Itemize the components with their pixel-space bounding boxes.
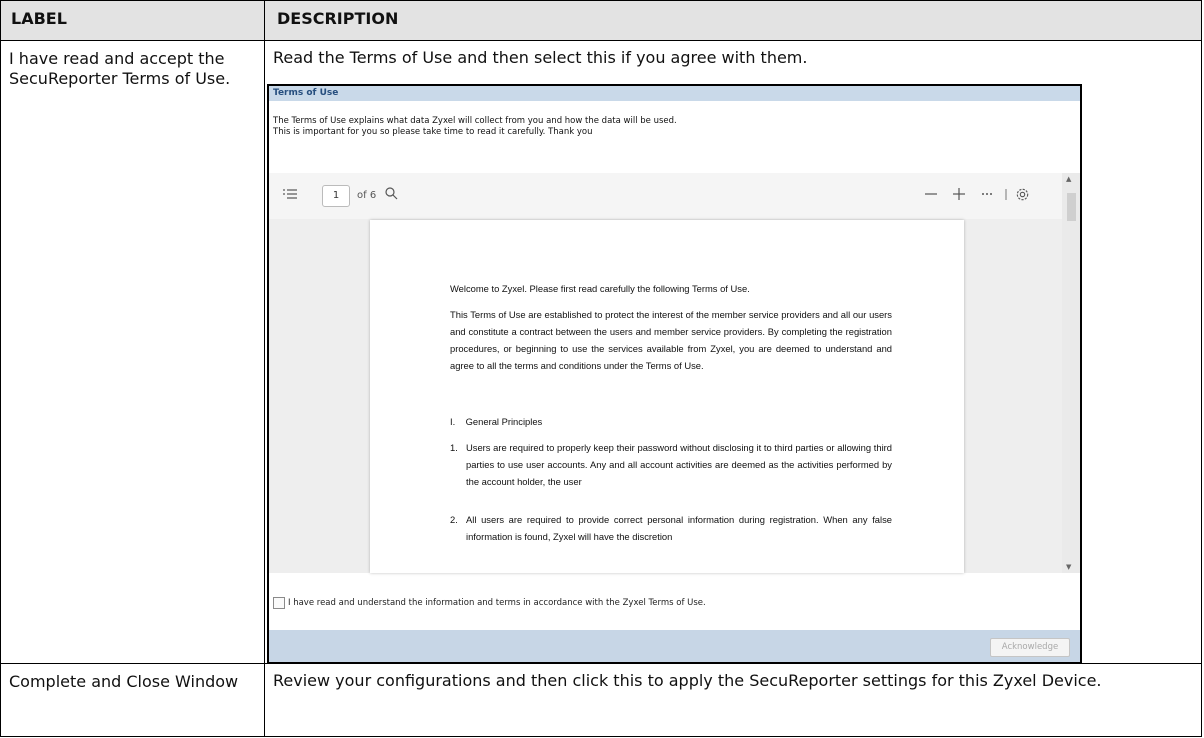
terms-of-use-dialog-screenshot: Terms of Use The Terms of Use explains w… [267,84,1082,664]
more-icon[interactable] [980,187,994,206]
intro-line-1: The Terms of Use explains what data Zyxe… [273,116,677,126]
settings-icon[interactable] [1015,187,1030,207]
zoom-in-icon[interactable] [952,187,966,206]
item-number: 2. [450,514,458,525]
page-number-input[interactable]: 1 [322,185,350,207]
intro-paragraph: This Terms of Use are established to pro… [450,309,892,371]
intro-line-2: This is important for you so please take… [273,127,593,137]
item-text: Users are required to properly keep thei… [466,442,892,487]
header-description: DESCRIPTION [264,0,1202,41]
dialog-title: Terms of Use [269,86,1080,101]
outline-icon[interactable] [283,187,297,205]
page-total: of 6 [357,190,377,201]
section-heading: I. General Principles [450,413,892,430]
section-number: I. [450,416,456,427]
term-item-2: 2. All users are required to provide cor… [450,511,892,545]
search-icon[interactable] [385,187,398,205]
item-number: 1. [450,442,458,453]
welcome-text: Welcome to Zyxel. Please first read care… [450,283,750,294]
viewer-scrollbar[interactable]: ▲ ▼ [1062,173,1080,573]
item-text: All users are required to provide correc… [466,514,892,542]
dialog-intro: The Terms of Use explains what data Zyxe… [269,101,1080,171]
scroll-down-icon[interactable]: ▼ [1066,563,1071,571]
row-description-complete-close: Review your configurations and then clic… [264,663,1202,737]
toolbar-divider [1004,187,1008,206]
acknowledge-button[interactable]: Acknowledge [990,638,1070,657]
scrollbar-thumb[interactable] [1067,193,1076,221]
zoom-out-icon[interactable] [924,187,938,206]
pdf-page: Welcome to Zyxel. Please first read care… [370,220,964,573]
pdf-viewer: 1 of 6 ▲ ▼ Welcome to Zyxel. Please firs… [269,173,1080,573]
acknowledge-checkbox-label: I have read and understand the informati… [288,598,706,608]
header-label: LABEL [0,0,265,41]
section-title: General Principles [465,416,543,427]
row-label-complete-close: Complete and Close Window [0,663,265,737]
description-text: Read the Terms of Use and then select th… [273,48,808,67]
term-item-1: 1. Users are required to properly keep t… [450,439,892,490]
acknowledge-checkbox-row[interactable]: I have read and understand the informati… [273,597,706,609]
scroll-up-icon[interactable]: ▲ [1066,175,1071,183]
row-label-accept-terms: I have read and accept the SecuReporter … [0,40,265,664]
description-text: Review your configurations and then clic… [273,671,1102,690]
pdf-toolbar: 1 of 6 [269,173,1062,219]
acknowledge-checkbox[interactable] [273,597,285,609]
dialog-footer: Acknowledge [269,630,1080,662]
